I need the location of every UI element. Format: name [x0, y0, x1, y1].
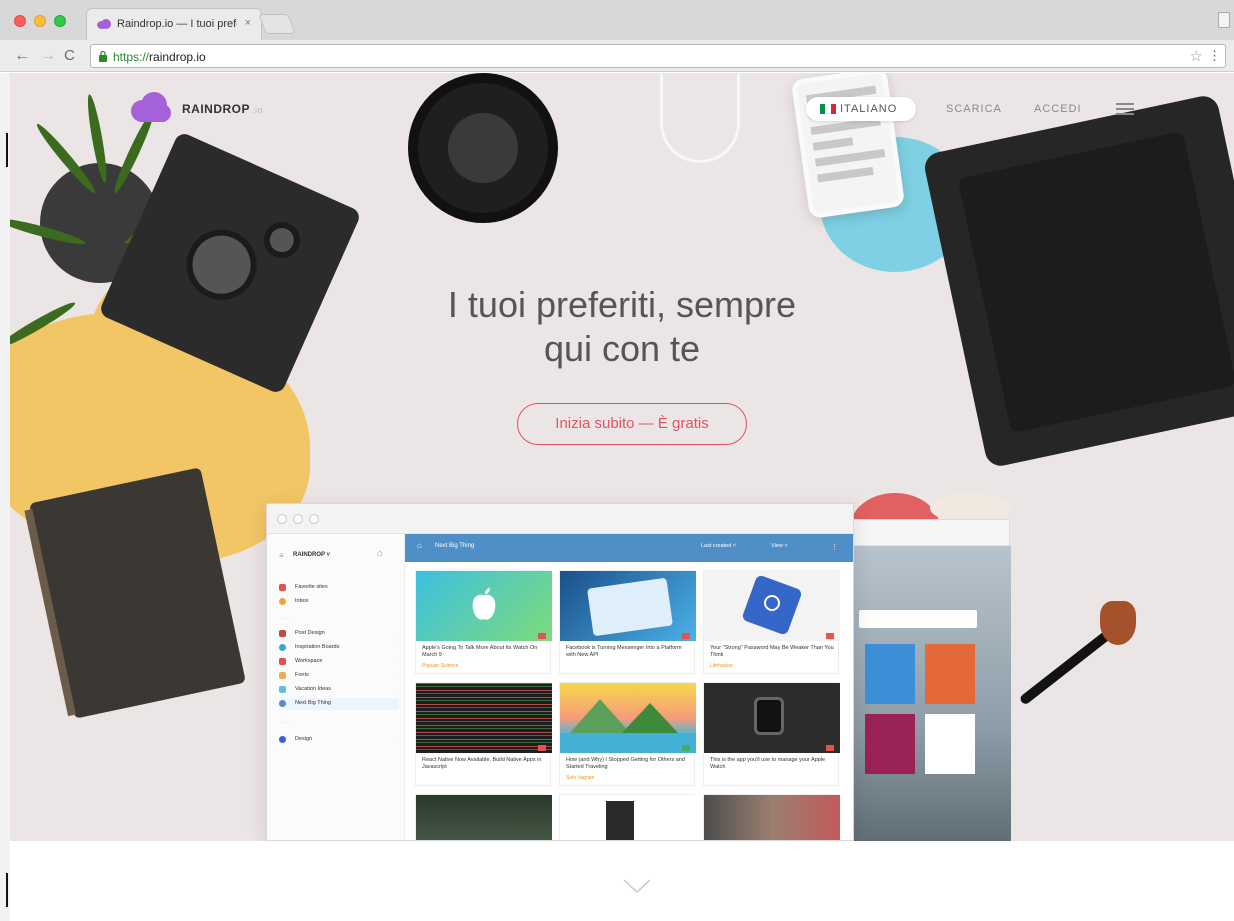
scroll-down-chevron-icon[interactable]	[622, 878, 652, 894]
tab-close-icon[interactable]: ×	[245, 17, 251, 29]
mock-view-menu: View ˅	[771, 543, 788, 549]
nav-download-link[interactable]: SCARICA	[946, 103, 1002, 115]
reload-button[interactable]: C	[64, 46, 75, 66]
collection-icon	[279, 658, 286, 665]
bookmark-star-icon[interactable]: ☆	[1190, 47, 1203, 65]
mock-bookmark-card: React Native Now Available. Build Native…	[415, 682, 552, 786]
card-thumbnail	[416, 571, 552, 641]
card-thumbnail	[560, 795, 696, 840]
inbox-icon	[279, 598, 286, 605]
start-free-button[interactable]: Inizia subito — È gratis	[517, 403, 747, 445]
collection-icon	[279, 700, 286, 707]
card-thumbnail	[416, 683, 552, 753]
window-left-edge	[0, 73, 10, 921]
secondary-app-window	[852, 519, 1011, 841]
mock-sidebar-item: Design ·	[279, 734, 399, 746]
mock-toolbar: ⌂ Next Big Thing Last created ˅ View ˅ ⋮	[405, 534, 853, 562]
mock-bookmark-grid: Apple's Going To Talk More About Its Wat…	[415, 570, 851, 840]
mock-bookmark-card: This is the app you'll use to manage you…	[703, 682, 840, 786]
collection-icon	[279, 630, 286, 637]
mock-brand: RAINDROP ˅	[293, 552, 331, 558]
mock-bookmark-card: Your "Strong" Password May Be Weaker Tha…	[703, 570, 840, 674]
mountains-illustration	[560, 699, 696, 753]
collection-icon	[279, 644, 286, 651]
earphones-photo	[660, 73, 740, 163]
collection-icon	[279, 736, 286, 743]
collection-icon	[279, 584, 286, 591]
address-bar[interactable]: https://raindrop.io ☆ ⋮	[90, 44, 1226, 68]
profile-button[interactable]	[1218, 12, 1230, 28]
card-thumbnail	[416, 795, 552, 840]
mock-sidebar: ≡ RAINDROP ˅ ⌂ Favorite sites Inbox · · …	[267, 534, 405, 840]
mock-sidebar-item: Workspace ·	[279, 656, 399, 668]
card-thumbnail	[560, 683, 696, 753]
minimize-window-button[interactable]	[34, 15, 46, 27]
nav-login-link[interactable]: ACCEDI	[1034, 103, 1082, 115]
italy-flag-icon	[820, 104, 836, 114]
app-tile	[925, 714, 975, 774]
tab-title: Raindrop.io — I tuoi prefe	[117, 18, 237, 30]
mock-collection-title: Next Big Thing	[435, 543, 475, 549]
card-thumbnail	[704, 571, 840, 641]
raindrop-favicon-icon	[97, 19, 111, 29]
pipe-bowl-photo	[1100, 601, 1136, 645]
close-window-button[interactable]	[14, 15, 26, 27]
browser-chrome: Raindrop.io — I tuoi prefe × ← → C https…	[0, 0, 1234, 72]
hero-section: RAINDROP .io ITALIANO SCARICA ACCEDI I tu…	[10, 73, 1234, 841]
raindrop-logo-icon[interactable]	[128, 91, 172, 123]
mock-titlebar	[267, 504, 853, 534]
language-label: ITALIANO	[840, 103, 898, 115]
mock-menu-icon: ⋮	[831, 544, 838, 551]
hamburger-menu-icon[interactable]	[1116, 103, 1134, 115]
mock-sidebar-item: Vacation Ideas ·	[279, 684, 399, 696]
lock-icon	[99, 50, 107, 62]
mock-sort-menu: Last created ˅	[701, 543, 737, 549]
mock-sidebar-item: Inspiration Boards ·	[279, 642, 399, 654]
mock-sidebar-item: Post Design ·	[279, 628, 399, 640]
mock-bookmark-card	[559, 794, 696, 840]
mock-user-icon: ⌂	[377, 548, 384, 559]
tablet-photo	[922, 93, 1234, 469]
mock-bookmark-card	[703, 794, 840, 840]
card-thumbnail	[704, 683, 840, 753]
forward-button[interactable]: →	[40, 46, 56, 66]
browser-menu-icon[interactable]: ⋮	[1208, 48, 1221, 64]
apple-logo-icon	[472, 588, 496, 620]
smartphone-photo	[790, 73, 906, 219]
tab-strip: Raindrop.io — I tuoi prefe ×	[0, 0, 1234, 40]
camera-lens-photo	[408, 73, 558, 223]
app-tile	[865, 644, 915, 704]
card-thumbnail	[560, 571, 696, 641]
mock-search-field	[859, 610, 977, 628]
brand-name[interactable]: RAINDROP .io	[182, 102, 263, 116]
collection-icon	[279, 686, 286, 693]
tab-raindrop[interactable]: Raindrop.io — I tuoi prefe ×	[86, 8, 262, 40]
url-text: https://raindrop.io	[113, 50, 206, 64]
new-tab-button[interactable]	[258, 14, 296, 34]
mock-bookmark-card	[415, 794, 552, 840]
collection-icon	[279, 672, 286, 679]
app-tile	[865, 714, 915, 774]
mock-sidebar-item: Fonts ·	[279, 670, 399, 682]
mock-bookmark-card: Facebook is Turning Messenger Into a Pla…	[559, 570, 696, 674]
mock-bookmark-card: Apple's Going To Talk More About Its Wat…	[415, 570, 552, 674]
app-tile	[925, 644, 975, 704]
mock-sidebar-item: Favorite sites	[279, 582, 399, 594]
mock-sidebar-item-active: Next Big Thing ·	[279, 698, 399, 710]
maximize-window-button[interactable]	[54, 15, 66, 27]
pipe-photo	[1018, 630, 1112, 706]
back-button[interactable]: ←	[14, 46, 30, 66]
language-selector[interactable]: ITALIANO	[806, 97, 916, 121]
app-mockup-window: ≡ RAINDROP ˅ ⌂ Favorite sites Inbox · · …	[266, 503, 854, 841]
mock-sidebar-item: Inbox	[279, 596, 399, 608]
hero-headline: I tuoi preferiti, sempre qui con te	[447, 284, 797, 369]
mock-bookmark-card: How (and Why) I Stopped Getting for Othe…	[559, 682, 696, 786]
card-thumbnail	[704, 795, 840, 840]
